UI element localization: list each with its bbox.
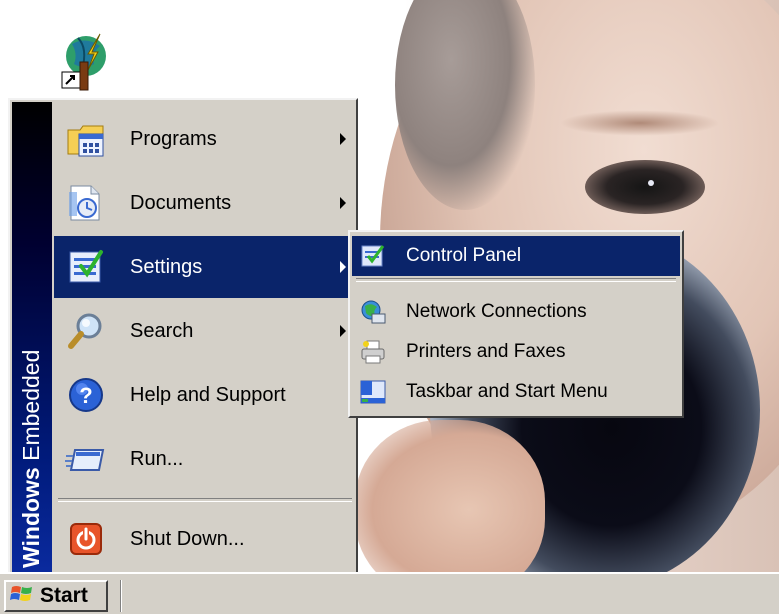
submenu-item-label: Control Panel [406, 245, 522, 266]
taskbar-icon [358, 377, 388, 407]
taskbar-separator [120, 580, 122, 612]
start-button[interactable]: Start [4, 580, 108, 612]
menu-separator [58, 498, 352, 502]
submenu-item-label: Network Connections [406, 301, 587, 322]
network-connections-icon [358, 297, 388, 327]
menu-item-label: Shut Down... [130, 527, 245, 550]
submenu-item-printers-and-faxes[interactable]: Printers and Faxes [352, 332, 680, 372]
menu-item-label: Documents [130, 191, 232, 214]
shutdown-icon [64, 517, 108, 561]
start-button-label: Start [40, 584, 88, 607]
menu-item-label: Help and Support [130, 383, 286, 406]
settings-icon [64, 245, 108, 289]
run-icon [64, 437, 108, 481]
control-panel-icon [358, 241, 388, 271]
wallpaper-eye-glint [648, 180, 654, 186]
submenu-separator [356, 278, 676, 282]
svg-text:?: ? [79, 383, 92, 408]
documents-icon [64, 181, 108, 225]
menu-item-label: Search [130, 319, 194, 342]
submenu-arrow-icon [340, 133, 346, 145]
help-icon: ? [64, 373, 108, 417]
menu-item-documents[interactable]: Documents [54, 172, 354, 234]
taskbar: Start [0, 572, 779, 614]
submenu-item-network-connections[interactable]: Network Connections [352, 292, 680, 332]
start-menu: Windows Embedded Programs Documents Sett… [8, 98, 358, 576]
submenu-arrow-icon [340, 325, 346, 337]
settings-submenu: Control Panel Network Connections Printe… [348, 230, 684, 418]
menu-item-settings[interactable]: Settings [54, 236, 354, 298]
submenu-item-taskbar-and-start-menu[interactable]: Taskbar and Start Menu [352, 372, 680, 412]
submenu-item-control-panel[interactable]: Control Panel [352, 236, 680, 276]
search-icon [64, 309, 108, 353]
wallpaper-eye [585, 160, 705, 214]
banner-text: Windows Embedded [18, 349, 44, 568]
menu-item-shut-down[interactable]: Shut Down... [54, 508, 354, 570]
menu-item-search[interactable]: Search [54, 300, 354, 362]
menu-item-run[interactable]: Run... [54, 428, 354, 490]
globe-lightning-shortcut-icon[interactable] [48, 30, 112, 94]
menu-item-help-and-support[interactable]: ? Help and Support [54, 364, 354, 426]
programs-icon [64, 117, 108, 161]
windows-flag-icon [10, 583, 34, 610]
printer-icon [358, 337, 388, 367]
submenu-arrow-icon [340, 197, 346, 209]
start-menu-banner: Windows Embedded [12, 102, 52, 572]
submenu-item-label: Taskbar and Start Menu [406, 381, 608, 402]
menu-item-programs[interactable]: Programs [54, 108, 354, 170]
menu-item-label: Run... [130, 447, 184, 470]
menu-item-label: Settings [130, 255, 203, 278]
wallpaper-hand [355, 420, 545, 572]
submenu-item-label: Printers and Faxes [406, 341, 566, 362]
wallpaper-brow [560, 110, 720, 136]
menu-item-label: Programs [130, 127, 217, 150]
submenu-arrow-icon [340, 261, 346, 273]
